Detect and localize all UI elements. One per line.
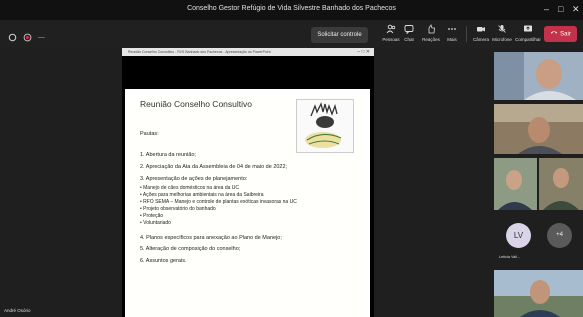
slide-line: • Voluntariado (140, 220, 171, 226)
refuge-logo (296, 99, 354, 153)
participant-video-tile[interactable] (494, 52, 583, 100)
leave-button[interactable]: Sair (544, 26, 577, 42)
more-button[interactable]: Mais (441, 24, 463, 42)
participant-name: Leticia Vali... (499, 255, 521, 259)
shared-window-controls: – □ ✕ (357, 49, 370, 55)
shared-window-titlebar: Reunião Conselho Consultivo - RVS Banhad… (122, 48, 374, 56)
slide-line: • Manejo de cães domésticos na área da U… (140, 185, 240, 191)
meeting-toolbar: –– Solicitar controle Pessoas Chat Reaçõ… (0, 20, 583, 48)
maximize-button[interactable]: □ (558, 3, 563, 15)
microphone-label: Microfone (492, 37, 512, 42)
camera-icon (470, 24, 492, 36)
slide-line: 2. Apreciação da Ata da Assembleia de 04… (140, 164, 288, 170)
participant-video-tile[interactable] (494, 104, 583, 154)
shared-window-title: Reunião Conselho Consultivo - RVS Banhad… (128, 50, 271, 54)
reactions-label: Reações (422, 37, 440, 42)
leave-label: Sair (560, 31, 571, 38)
reactions-icon (420, 24, 442, 36)
more-icon (441, 24, 463, 36)
shared-screen: Reunião Conselho Consultivo - RVS Banhad… (122, 48, 374, 317)
slide-title: Reunião Conselho Consultivo (140, 99, 252, 109)
presenter-name: André Osório (4, 308, 31, 313)
participant-avatar[interactable]: LV (506, 223, 531, 248)
slide-line: Pautas: (140, 131, 159, 137)
close-button[interactable]: ✕ (572, 3, 580, 15)
slide-line: • RFO SEMA – Manejo e controle de planta… (140, 199, 297, 205)
share-button[interactable]: Compartilhar (515, 24, 541, 42)
chat-button[interactable]: Chat (398, 24, 420, 42)
slide-line: 3. Apresentação de ações de planejamento… (140, 176, 248, 182)
meeting-window: Conselho Gestor Refúgio de Vida Silvestr… (0, 0, 583, 317)
microphone-icon (491, 24, 513, 36)
share-icon (515, 24, 541, 36)
participant-video-tile[interactable] (494, 270, 583, 317)
slide-line: 6. Assuntos gerais. (140, 258, 187, 264)
more-label: Mais (447, 37, 457, 42)
microphone-button[interactable]: Microfone (491, 24, 513, 42)
share-label: Compartilhar (515, 37, 541, 42)
camera-button[interactable]: Câmera (470, 24, 492, 42)
elapsed-time: –– (38, 35, 45, 41)
reactions-button[interactable]: Reações (420, 24, 442, 42)
slide-line: • Ações para melhorias ambientais na áre… (140, 192, 264, 198)
request-control-button[interactable]: Solicitar controle (311, 27, 368, 43)
title-bar: Conselho Gestor Refúgio de Vida Silvestr… (0, 0, 583, 20)
record-icon (23, 29, 32, 47)
camera-label: Câmera (472, 37, 489, 42)
toolbar-divider (466, 26, 467, 42)
shield-icon (8, 29, 17, 47)
window-title: Conselho Gestor Refúgio de Vida Silvestr… (187, 5, 396, 12)
presentation-slide: Reunião Conselho Consultivo Pautas: 1. A… (125, 89, 370, 317)
slide-line: 1. Abertura da reunião; (140, 152, 196, 158)
slide-line: 5. Alteração de composição do conselho; (140, 246, 241, 252)
phone-icon (550, 26, 558, 42)
minimize-button[interactable]: – (544, 3, 549, 15)
participant-video-tile[interactable] (494, 158, 537, 210)
slide-line: • Proteção (140, 213, 164, 219)
chat-icon (398, 24, 420, 36)
slide-content: Reunião Conselho Consultivo Pautas: 1. A… (130, 94, 363, 317)
more-participants-button[interactable]: +4 (547, 223, 572, 248)
chat-label: Chat (404, 37, 414, 42)
meeting-info: –– (8, 29, 45, 47)
participant-video-tile[interactable] (539, 158, 583, 210)
slide-line: • Projeto observatório do banhado (140, 206, 216, 212)
slide-line: 4. Planos específicos para anexação ao P… (140, 235, 282, 241)
